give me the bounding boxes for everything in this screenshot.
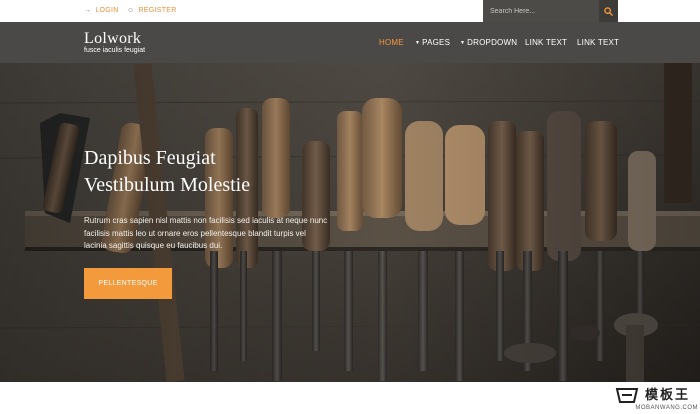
nav-link-text-2[interactable]: LINK TEXT	[577, 38, 619, 47]
hero-title: Dapibus Feugiat Vestibulum Molestie	[84, 145, 250, 199]
register-link[interactable]: ☺ REGISTER	[127, 7, 177, 14]
login-icon: →	[84, 7, 92, 14]
nav-dropdown-label: DROPDOWN	[467, 38, 518, 47]
search-button[interactable]	[599, 0, 618, 22]
nav-link-text-1[interactable]: LINK TEXT	[525, 38, 567, 47]
hero-text-line-2: facilisis mattis leo ut ornare eros pell…	[84, 228, 306, 238]
watermark-chinese-text: 模板王	[645, 388, 691, 403]
watermark: 模板王 MOBANWANG.COM	[614, 382, 698, 414]
caret-down-icon: ▼	[415, 40, 421, 46]
page-footer-strip: 模板王 MOBANWANG.COM	[0, 382, 700, 414]
hero-title-line-2: Vestibulum Molestie	[84, 174, 251, 196]
watermark-logo-icon	[615, 388, 639, 403]
brand-tagline: fusce iaculis feugiat	[84, 47, 146, 54]
search-icon	[604, 6, 613, 16]
login-label: LOGIN	[95, 7, 119, 14]
login-link[interactable]: → LOGIN	[84, 7, 119, 14]
hero-banner: Dapibus Feugiat Vestibulum Molestie Rutr…	[0, 63, 700, 382]
search-box	[483, 0, 599, 22]
watermark-site-text: MOBANWANG.COM	[635, 405, 698, 411]
hero-text-line-1: Rutrum cras sapien nisl mattis non facil…	[84, 216, 328, 225]
nav-link-text-label: LINK TEXT	[525, 38, 568, 47]
hero-title-line-1: Dapibus Feugiat	[84, 147, 216, 169]
nav-pages-label: PAGES	[422, 38, 451, 47]
brand-logo[interactable]: Lolwork	[84, 31, 141, 47]
nav-home[interactable]: HOME	[379, 38, 404, 47]
search-input[interactable]	[483, 0, 599, 22]
pellentesque-button[interactable]: PELLENTESQUE	[84, 268, 172, 299]
top-bar: → LOGIN ☺ REGISTER	[0, 0, 700, 24]
hero-text-line-3: lacinia sagittis quisque eu faucibus dui…	[84, 241, 223, 250]
nav-link-text-label: LINK TEXT	[577, 38, 620, 47]
register-label: REGISTER	[138, 7, 177, 14]
nav-home-label: HOME	[379, 38, 404, 47]
main-navbar: Lolwork fusce iaculis feugiat HOME ▼ PAGE…	[0, 22, 700, 63]
nav-dropdown[interactable]: ▼ DROPDOWN	[460, 38, 517, 47]
user-icon: ☺	[127, 7, 135, 14]
nav-pages[interactable]: ▼ PAGES	[415, 38, 450, 47]
cta-label: PELLENTESQUE	[98, 280, 158, 287]
caret-down-icon: ▼	[460, 40, 466, 46]
hero-description: Rutrum cras sapien nisl mattis non facil…	[84, 215, 364, 253]
